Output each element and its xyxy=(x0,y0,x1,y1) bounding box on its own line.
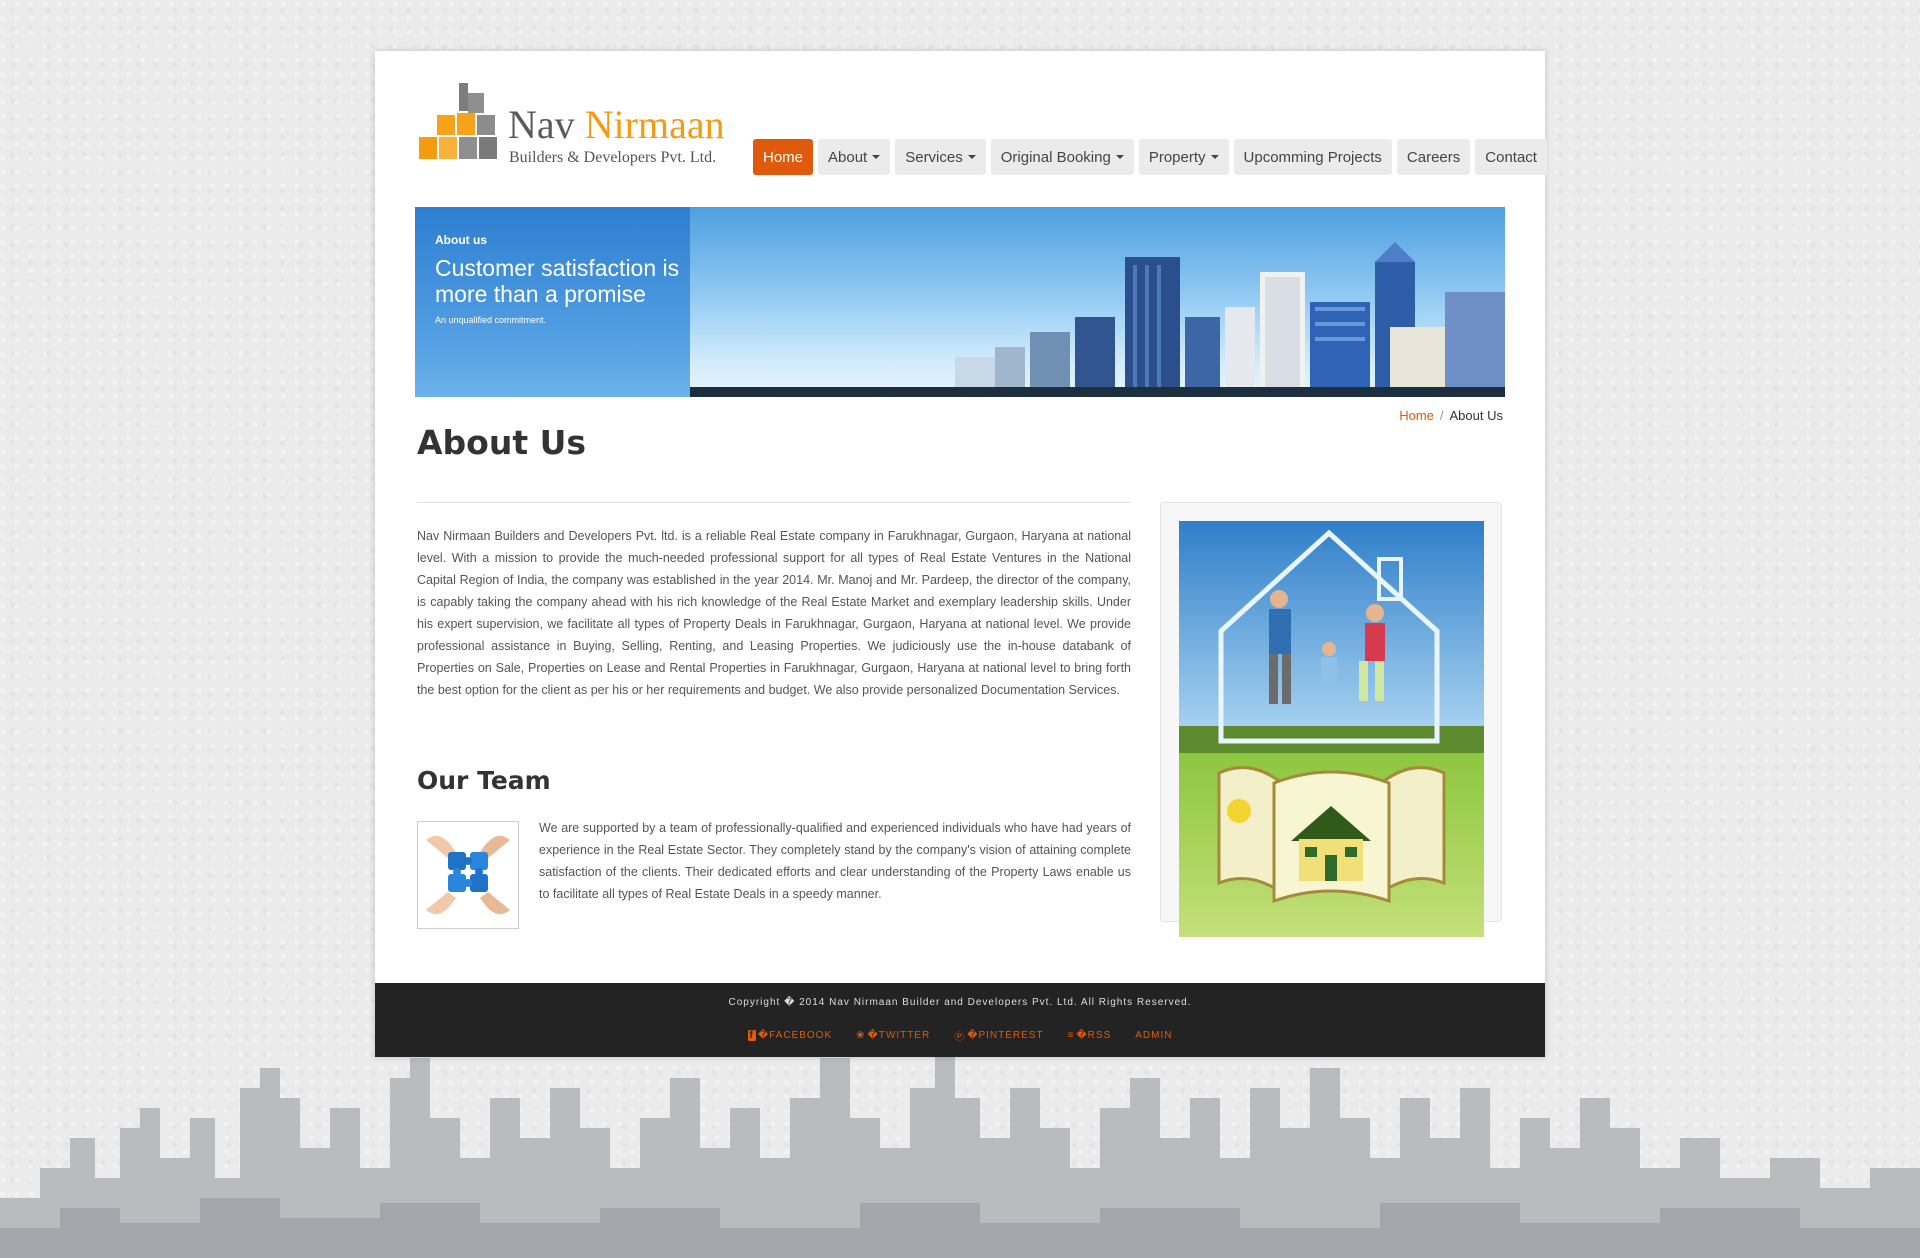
breadcrumb: Home / About Us xyxy=(1399,408,1503,423)
city-buildings-illustration xyxy=(685,242,1505,397)
twitter-icon: ❀ xyxy=(856,1030,866,1041)
caret-down-icon xyxy=(872,155,881,159)
breadcrumb-home-link[interactable]: Home xyxy=(1399,408,1434,423)
nav-careers[interactable]: Careers xyxy=(1396,139,1471,175)
footer-link-twitter[interactable]: ❀ �TWITTER xyxy=(856,1028,930,1043)
footer-link-facebook[interactable]: f �FACEBOOK xyxy=(747,1028,833,1043)
nav-services[interactable]: Services xyxy=(895,139,986,175)
team-puzzle-image xyxy=(417,821,519,929)
facebook-icon: f xyxy=(747,1030,756,1041)
city-skyline-decoration xyxy=(0,1028,1920,1258)
divider xyxy=(417,502,1131,503)
nav-upcomming-projects[interactable]: Upcomming Projects xyxy=(1233,139,1392,175)
banner-eyebrow: About us xyxy=(435,233,487,247)
site-footer: Copyright � 2014 Nav Nirmaan Builder and… xyxy=(375,983,1545,1057)
banner-headline: Customer satisfaction is more than a pro… xyxy=(435,255,680,307)
building-blocks-icon xyxy=(419,83,497,159)
rss-icon: ≡ xyxy=(1067,1030,1075,1041)
about-intro-text: Nav Nirmaan Builders and Developers Pvt.… xyxy=(417,529,1131,697)
banner-text-panel: About us Customer satisfaction is more t… xyxy=(415,207,690,397)
footer-social-links: f �FACEBOOK ❀ �TWITTER Ⓟ �PINTEREST ≡ �RSS A… xyxy=(375,1028,1545,1043)
caret-down-icon xyxy=(1210,155,1219,159)
caret-down-icon xyxy=(1115,155,1124,159)
footer-link-admin[interactable]: ADMIN xyxy=(1135,1028,1172,1043)
team-description-text: We are supported by a team of profession… xyxy=(539,821,1131,901)
pinterest-icon: Ⓟ xyxy=(954,1032,966,1043)
nav-about[interactable]: About xyxy=(818,139,891,175)
page-title: About Us xyxy=(417,423,587,462)
nav-contact[interactable]: Contact xyxy=(1475,139,1547,175)
brand-name: Nav Nirmaan xyxy=(508,102,725,147)
nav-original-booking[interactable]: Original Booking xyxy=(990,139,1134,175)
hero-banner: About us Customer satisfaction is more t… xyxy=(415,207,1505,397)
brand-logo[interactable]: Nav Nirmaan Builders & Developers Pvt. L… xyxy=(419,81,725,171)
team-section-title: Our Team xyxy=(417,766,551,795)
banner-tagline: An unqualified commitment. xyxy=(435,315,547,325)
nav-property[interactable]: Property xyxy=(1138,139,1229,175)
footer-link-pinterest[interactable]: Ⓟ �PINTEREST xyxy=(954,1028,1043,1043)
family-house-image xyxy=(1179,521,1484,937)
nav-home[interactable]: Home xyxy=(753,139,814,175)
breadcrumb-separator: / xyxy=(1439,408,1444,423)
sidebar-image-box xyxy=(1160,502,1502,937)
brand-subtitle: Builders & Developers Pvt. Ltd. xyxy=(509,149,717,166)
copyright-text: Copyright � 2014 Nav Nirmaan Builder and… xyxy=(728,997,1192,1008)
footer-link-rss[interactable]: ≡ �RSS xyxy=(1068,1028,1112,1043)
main-navigation: Home About Services Original Booking Pro… xyxy=(753,139,1547,175)
caret-down-icon xyxy=(967,155,976,159)
main-container: Nav Nirmaan Builders & Developers Pvt. L… xyxy=(375,51,1547,1057)
breadcrumb-current: About Us xyxy=(1449,408,1503,423)
